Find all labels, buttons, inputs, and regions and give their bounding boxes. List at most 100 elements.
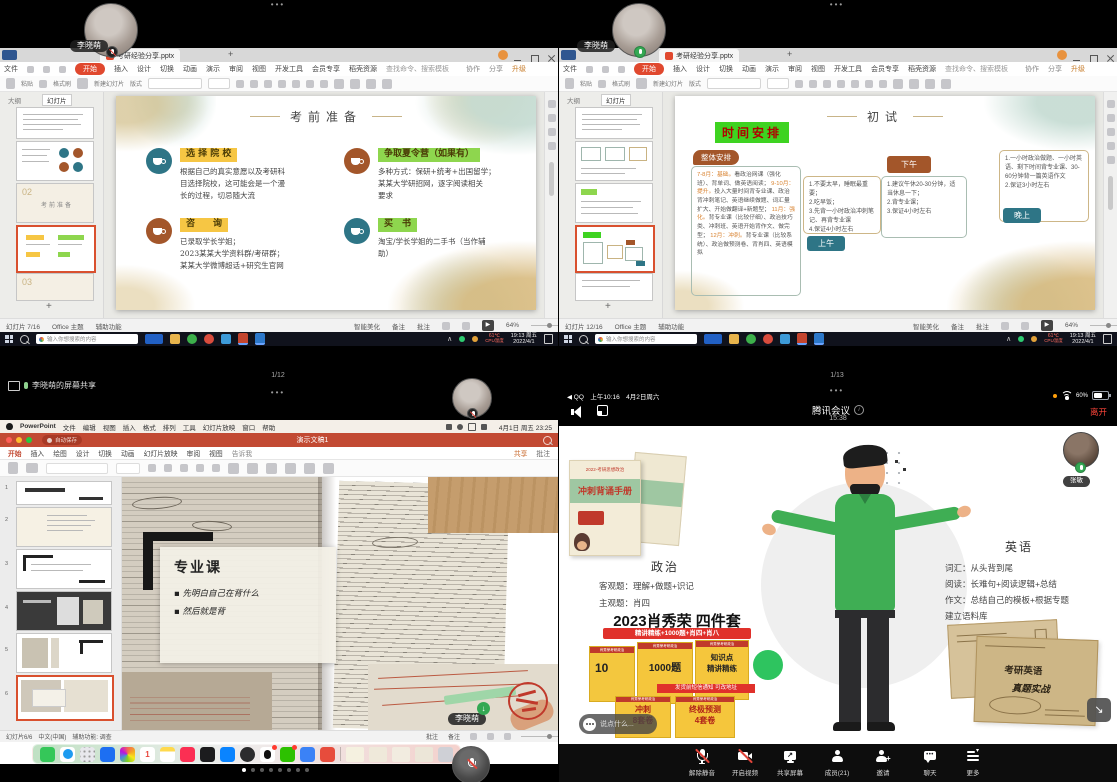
unmute-button[interactable]: 解除静音 — [680, 748, 724, 778]
tab-slideshow[interactable]: 幻灯片放映 — [144, 448, 178, 458]
paste-icon[interactable] — [8, 462, 18, 474]
ppt-share-button[interactable]: 共享 — [514, 448, 528, 458]
notes-icon[interactable] — [160, 747, 175, 762]
slide-thumb-4-selected[interactable] — [575, 225, 655, 273]
save-icon[interactable] — [27, 66, 34, 73]
comment-pane-icon[interactable] — [1107, 142, 1115, 150]
save-icon[interactable] — [586, 66, 593, 73]
beautify-button[interactable]: 智能美化 — [354, 321, 380, 331]
new-tab-icon[interactable]: + — [228, 49, 233, 59]
app-icon[interactable] — [763, 334, 773, 344]
touch-id-icon[interactable] — [240, 747, 255, 762]
slide-thumb-3[interactable]: 02 考前准备 — [16, 183, 94, 223]
normal-view-icon[interactable] — [1001, 322, 1009, 330]
notes-button[interactable]: 备注 — [951, 321, 964, 331]
tab-review[interactable]: 审阅 — [788, 64, 802, 74]
tab-home[interactable]: 开始 — [75, 63, 105, 75]
picture-icon[interactable] — [909, 79, 919, 89]
font-family-select[interactable] — [707, 78, 761, 89]
quick-chat-input[interactable]: 说点什么... — [579, 714, 657, 734]
menu-item[interactable]: 格式 — [143, 422, 156, 432]
file-explorer-icon[interactable] — [170, 334, 180, 344]
fullscreen-expand-icon[interactable]: ↘ — [1087, 698, 1111, 722]
animation-pane-icon[interactable] — [548, 114, 556, 122]
app-store-icon[interactable] — [220, 747, 235, 762]
screen-share-tile-top-left[interactable]: ••• 考研经验分享.pptx + 文件 开始 插入 设计 切换 动画 演示 — [0, 0, 558, 346]
speaker-icon[interactable] — [571, 406, 585, 418]
tab-design[interactable]: 设计 — [137, 64, 151, 74]
design-ideas-icon[interactable] — [323, 463, 334, 474]
tab-animations[interactable]: 动画 — [121, 448, 135, 458]
format-painter-icon[interactable] — [39, 80, 47, 88]
tab-member[interactable]: 会员专享 — [312, 64, 340, 74]
upgrade-button[interactable]: 升级 — [1071, 64, 1085, 74]
share-button[interactable]: 分享 — [1048, 64, 1062, 74]
tray-icon[interactable] — [472, 336, 478, 342]
tray-chevron-icon[interactable]: ∧ — [1006, 335, 1011, 343]
properties-icon[interactable] — [1107, 100, 1115, 108]
minimize-icon[interactable] — [16, 437, 22, 443]
slide-thumb-4-selected[interactable] — [16, 225, 96, 273]
zoom-slider[interactable] — [531, 323, 552, 328]
notes-button[interactable]: 备注 — [448, 732, 460, 741]
mac-clock[interactable]: 4月1日 周五 23:25 — [499, 422, 552, 432]
tab-animation[interactable]: 动画 — [742, 64, 756, 74]
taskbar-search-icon[interactable] — [579, 335, 588, 344]
status-icon[interactable] — [481, 424, 487, 430]
search-highlights-button[interactable] — [704, 334, 722, 344]
menu-file[interactable]: 文件 — [4, 64, 18, 74]
menu-item[interactable]: 帮助 — [262, 422, 275, 432]
facetime-icon[interactable] — [40, 747, 55, 762]
app-icon[interactable] — [221, 334, 231, 344]
qq-icon[interactable] — [260, 747, 275, 762]
font-color-icon[interactable] — [278, 80, 286, 88]
notification-center-icon[interactable] — [1103, 334, 1112, 344]
redo-icon[interactable] — [618, 66, 625, 73]
invite-button[interactable]: + 邀请 — [861, 748, 905, 778]
netdisk-icon[interactable] — [320, 747, 335, 762]
slide-thumb-1[interactable] — [575, 107, 653, 139]
tile-more-icon[interactable]: ••• — [248, 388, 308, 397]
taskbar-search-input[interactable]: 输入你想搜索的内容 — [36, 334, 138, 344]
upgrade-button[interactable]: 升级 — [512, 64, 526, 74]
share-screen-button[interactable]: ↗ 共享屏幕 — [768, 748, 812, 778]
taskbar-clock[interactable]: 19:13 周五 2022/4/1 — [511, 333, 537, 346]
list-icon[interactable] — [212, 464, 220, 472]
outline-tab[interactable]: 大纲 — [567, 95, 580, 105]
bold-icon[interactable] — [148, 464, 156, 472]
slide-thumb-2[interactable] — [16, 507, 112, 547]
app-icon[interactable] — [204, 334, 214, 344]
align-center-icon[interactable] — [306, 80, 314, 88]
tab-member[interactable]: 会员专享 — [871, 64, 899, 74]
slide-thumb-6-selected[interactable] — [16, 675, 114, 721]
slide-thumb-2[interactable] — [16, 141, 94, 181]
tv-icon[interactable] — [200, 747, 215, 762]
slide-canvas[interactable]: 初试 时间安排 整体安排 7-8月：基础。看政治网课（强化班）、背单词、做英语阅… — [675, 96, 1095, 310]
tab-view[interactable]: 视图 — [811, 64, 825, 74]
tab-draw[interactable]: 绘图 — [53, 448, 67, 458]
tab-devtools[interactable]: 开发工具 — [834, 64, 862, 74]
app-icon[interactable] — [746, 334, 756, 344]
menu-item[interactable]: 编辑 — [83, 422, 96, 432]
command-search-input[interactable]: 查找命令、搜索模板 — [386, 64, 449, 74]
members-button[interactable]: 成员(21) — [815, 748, 859, 778]
search-highlights-button[interactable] — [145, 334, 163, 344]
participant-avatar[interactable] — [452, 378, 492, 418]
tab-view[interactable]: 视图 — [252, 64, 266, 74]
layout-switch-icon[interactable] — [597, 405, 608, 416]
textbox-icon[interactable] — [893, 79, 903, 89]
sorter-view-icon[interactable] — [1021, 322, 1029, 330]
add-slide-button[interactable]: + — [46, 301, 52, 312]
tile-more-icon[interactable]: ••• — [807, 0, 867, 9]
participant-avatar[interactable] — [452, 746, 490, 782]
tab-devtools[interactable]: 开发工具 — [275, 64, 303, 74]
slide-canvas[interactable]: 考前准备 选 择 院 校 根据自己的真实意愿以及考研科 目选择院校，这可能会是一… — [116, 96, 536, 310]
ppt-comments-button[interactable]: 批注 — [536, 448, 550, 458]
scrollbar[interactable] — [549, 162, 554, 196]
chart-icon[interactable] — [941, 79, 951, 89]
textbox-icon[interactable] — [266, 463, 277, 474]
screen-share-tile-bottom-left[interactable]: 李晓萌的屏幕共享 1/12 ••• PowerPoint 文件 编辑 视图 插入… — [0, 346, 558, 782]
minimized-window-icon[interactable] — [415, 747, 433, 762]
menu-item[interactable]: 插入 — [123, 422, 136, 432]
bold-icon[interactable] — [236, 80, 244, 88]
